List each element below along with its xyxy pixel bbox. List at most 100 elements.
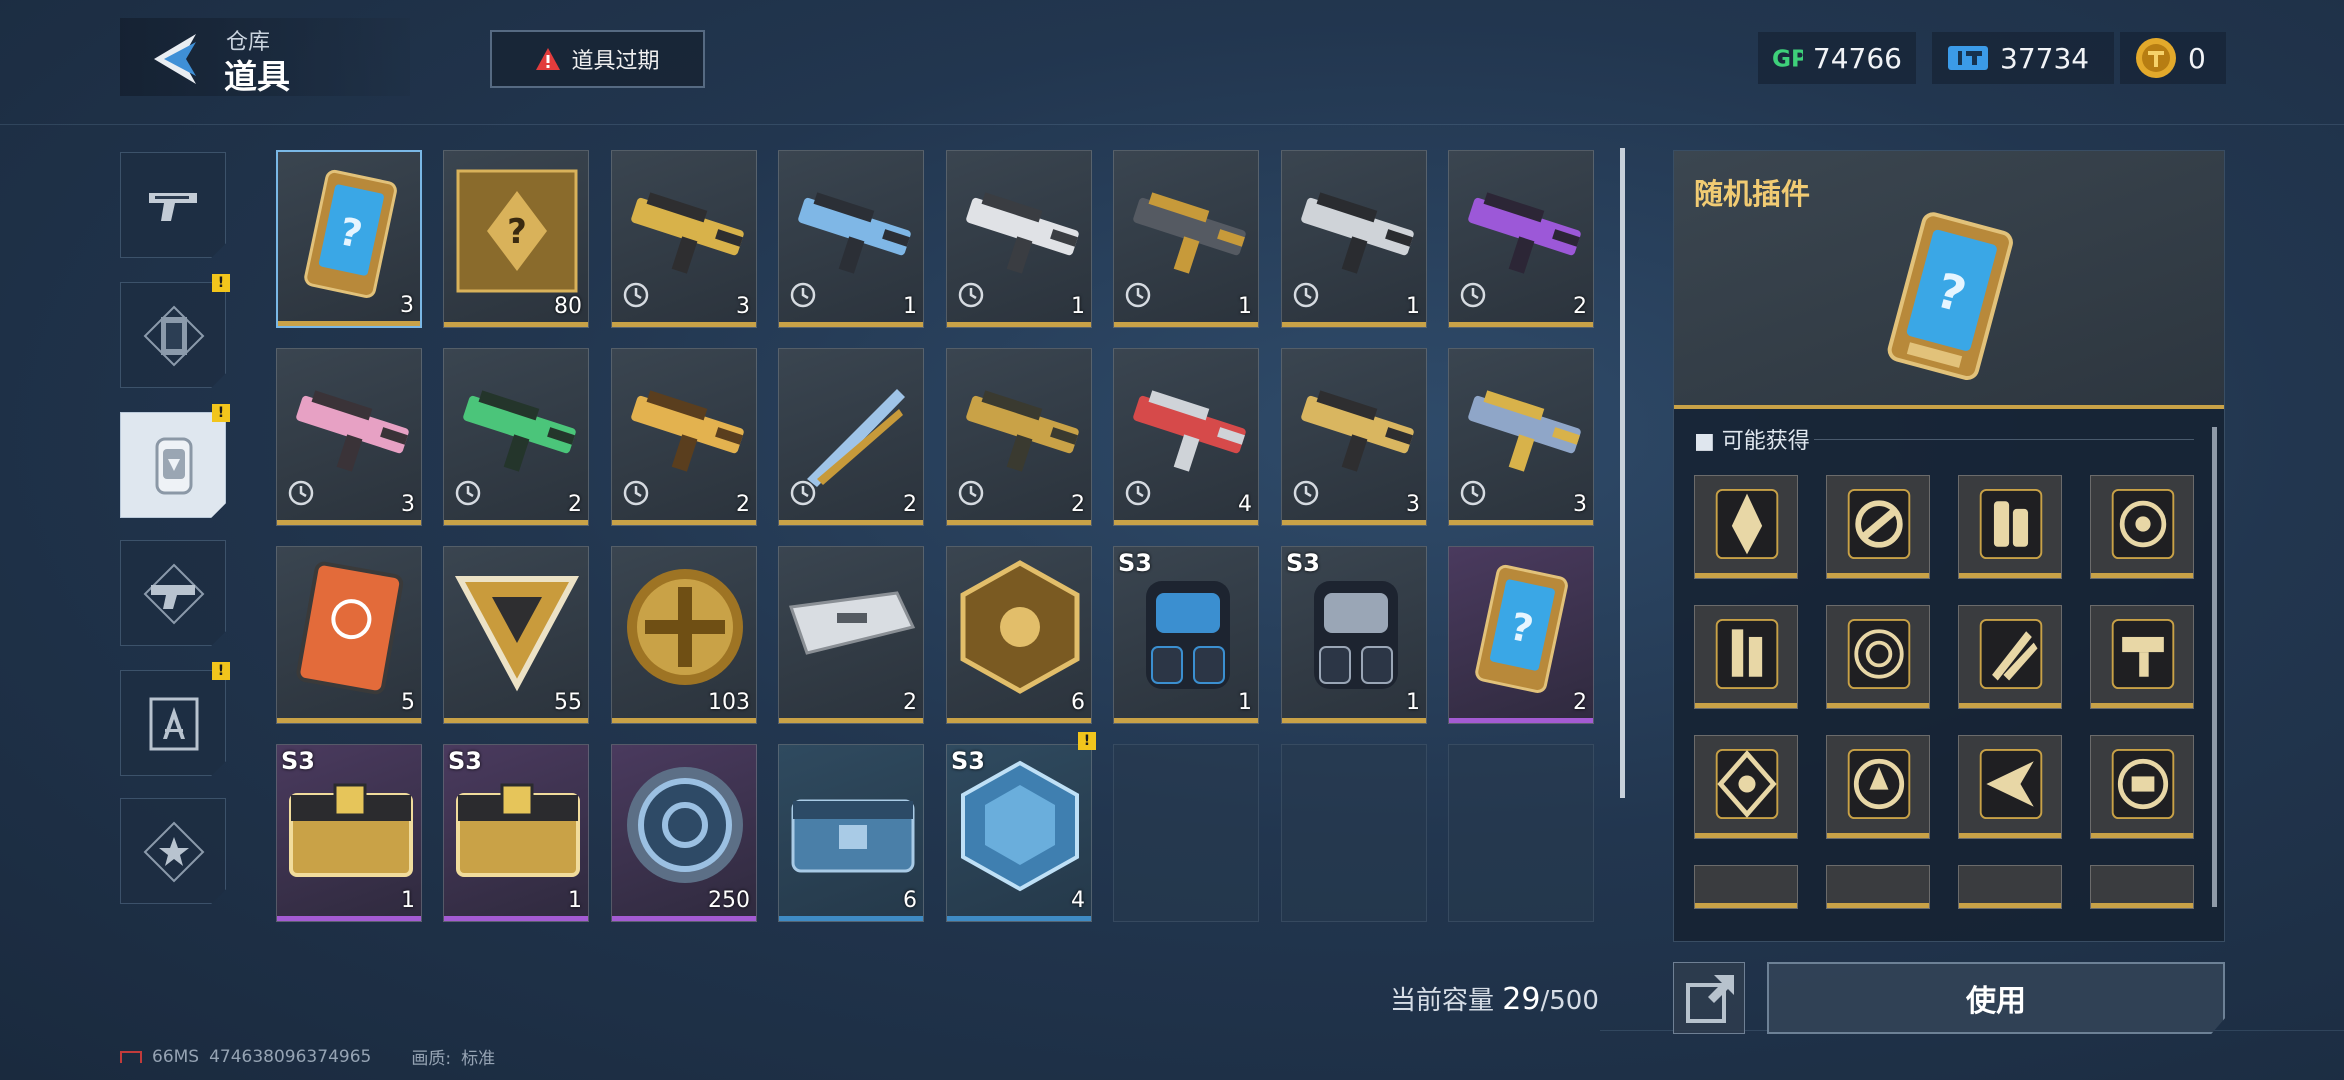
item-slot[interactable]: 1 xyxy=(946,150,1092,328)
random-plugin-purple-icon: ? xyxy=(1475,564,1568,693)
item-slot[interactable]: 3 xyxy=(1281,348,1427,526)
clock-icon xyxy=(455,480,481,506)
share-button[interactable] xyxy=(1673,962,1745,1034)
item-slot[interactable]: 2 xyxy=(1448,150,1594,328)
gun-purple-rifle-icon xyxy=(1468,192,1581,274)
nav-blueprint[interactable] xyxy=(120,670,226,776)
reward-plugin-7[interactable] xyxy=(1958,605,2062,709)
reward-plugin-1[interactable] xyxy=(1694,475,1798,579)
ticket-value: 37734 xyxy=(2000,41,2090,75)
item-slot[interactable]: 6 xyxy=(946,546,1092,724)
reward-plugin-12[interactable] xyxy=(2090,735,2194,839)
gold-hex-badge-icon xyxy=(960,560,1080,694)
plugin-icon xyxy=(2111,488,2175,560)
empty-slot[interactable] xyxy=(1448,744,1594,922)
use-button[interactable]: 使用 xyxy=(1767,962,2225,1034)
reward-plugin-9[interactable] xyxy=(1694,735,1798,839)
capacity-label: 当前容量 xyxy=(1390,986,1495,1016)
nav-weapons[interactable] xyxy=(120,152,226,258)
gold-coin-icon xyxy=(627,569,743,685)
ticket-icon xyxy=(1948,46,1988,70)
nav-items[interactable] xyxy=(120,412,226,518)
clock-icon xyxy=(790,282,816,308)
gun-gold-smg-icon xyxy=(631,192,744,274)
reward-plugin-11[interactable] xyxy=(1958,735,2062,839)
gun-gold-sniper-icon xyxy=(1301,390,1414,472)
item-detail-panel: 随机插件 ? ■ 可能获得 xyxy=(1673,150,2225,942)
reward-slot-partial[interactable] xyxy=(1826,865,1930,909)
nav-favorites[interactable] xyxy=(120,798,226,904)
gun-pink-rifle-icon xyxy=(296,390,409,472)
plugin-icon xyxy=(2111,618,2175,690)
item-slot[interactable]: S3 4 xyxy=(946,744,1092,922)
detail-scrollbar[interactable] xyxy=(2212,427,2217,907)
empty-slot[interactable] xyxy=(1281,744,1427,922)
reward-plugin-3[interactable] xyxy=(1958,475,2062,579)
share-icon xyxy=(1686,975,1734,1023)
item-slot[interactable]: S3 1 xyxy=(1281,546,1427,724)
reward-plugin-10[interactable] xyxy=(1826,735,1930,839)
clock-icon xyxy=(288,480,314,506)
item-slot[interactable]: 2 xyxy=(778,348,924,526)
chest-gold-2-icon xyxy=(456,783,580,877)
item-slot[interactable]: 103 xyxy=(611,546,757,724)
item-slot[interactable]: S3 1 xyxy=(1113,546,1259,724)
item-slot[interactable]: ? 80 xyxy=(443,150,589,328)
empty-slot[interactable] xyxy=(1113,744,1259,922)
reward-plugin-6[interactable] xyxy=(1826,605,1930,709)
item-slot[interactable]: 2 xyxy=(443,348,589,526)
item-count: 3 xyxy=(1406,492,1420,517)
obtain-label: 可能获得 xyxy=(1721,429,1810,454)
clock-icon xyxy=(790,480,816,506)
reward-slot-partial[interactable] xyxy=(2090,865,2194,909)
season-tag: S3 xyxy=(1118,549,1152,577)
item-slot[interactable]: 1 xyxy=(778,150,924,328)
quality-label: 画质: xyxy=(411,1049,452,1069)
item-pack-icon xyxy=(155,437,193,495)
expire-items-label: 道具过期 xyxy=(571,49,660,74)
item-slot[interactable]: S3 1 xyxy=(443,744,589,922)
item-slot[interactable]: 4 xyxy=(1113,348,1259,526)
gun-dark-smg-icon xyxy=(1133,192,1246,274)
item-slot[interactable]: 2 xyxy=(611,348,757,526)
item-slot[interactable]: 5 xyxy=(276,546,422,724)
clock-icon xyxy=(1460,480,1486,506)
reward-plugin-4[interactable] xyxy=(2090,475,2194,579)
item-slot[interactable]: ? 3 xyxy=(276,150,422,328)
item-slot[interactable]: 2 xyxy=(946,348,1092,526)
season-tag: S3 xyxy=(951,747,985,775)
item-slot[interactable]: 6 xyxy=(778,744,924,922)
item-slot[interactable]: 55 xyxy=(443,546,589,724)
item-slot[interactable]: 2 xyxy=(778,546,924,724)
reward-plugin-8[interactable] xyxy=(2090,605,2194,709)
reward-plugin-5[interactable] xyxy=(1694,605,1798,709)
item-slot[interactable]: 250 xyxy=(611,744,757,922)
item-slot[interactable]: 1 xyxy=(1281,150,1427,328)
gun-camo-rifle-icon xyxy=(1468,390,1581,472)
item-slot[interactable]: 3 xyxy=(611,150,757,328)
crystal-cube-icon xyxy=(961,760,1079,892)
item-slot[interactable]: 3 xyxy=(1448,348,1594,526)
item-count: 55 xyxy=(554,690,582,715)
gun-gold-shotgun-icon xyxy=(631,390,744,472)
reward-slot-partial[interactable] xyxy=(1694,865,1798,909)
item-slot[interactable]: S3 1 xyxy=(276,744,422,922)
capacity-max: 500 xyxy=(1549,986,1599,1016)
plugin-icon xyxy=(1979,618,2043,690)
nav-parts[interactable] xyxy=(120,540,226,646)
plugin-icon xyxy=(1715,618,1779,690)
nav-cards[interactable] xyxy=(120,282,226,388)
item-count: 80 xyxy=(554,294,582,319)
grid-scrollbar[interactable] xyxy=(1620,148,1625,798)
reward-plugin-2[interactable] xyxy=(1826,475,1930,579)
back-button[interactable] xyxy=(144,28,206,90)
item-slot[interactable]: ? 2 xyxy=(1448,546,1594,724)
expire-items-button[interactable]: 道具过期 xyxy=(490,30,705,88)
reward-slot-partial[interactable] xyxy=(1958,865,2062,909)
svg-text:GP: GP xyxy=(1772,46,1803,73)
item-slot[interactable]: 1 xyxy=(1113,150,1259,328)
backpack-silver-icon xyxy=(1314,581,1398,689)
item-slot[interactable]: 3 xyxy=(276,348,422,526)
blue-supply-box-icon xyxy=(791,799,915,873)
gold-triangle-icon xyxy=(454,576,580,692)
